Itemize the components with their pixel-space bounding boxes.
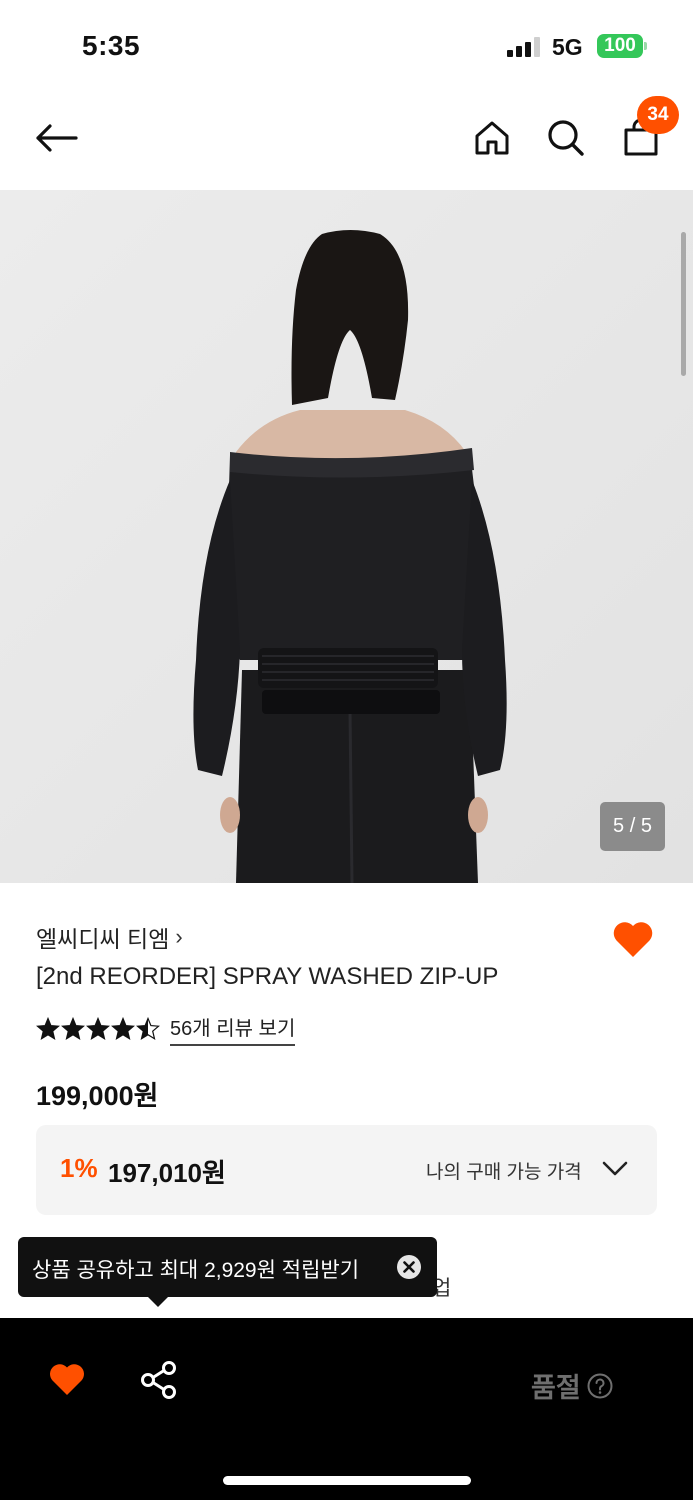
my-price-box[interactable]: 1% 197,010원 나의 구매 가능 가격 xyxy=(36,1125,657,1215)
home-icon xyxy=(475,121,509,155)
product-image-gallery[interactable] xyxy=(0,190,693,883)
tooltip-text: 상품 공유하고 최대 2,929원 적립받기 xyxy=(32,1259,360,1282)
scroll-indicator[interactable] xyxy=(681,232,686,376)
product-photo xyxy=(0,190,693,883)
star-icon xyxy=(36,1017,60,1040)
chevron-down-icon xyxy=(602,1161,628,1176)
original-price: 199,000원 xyxy=(36,1081,159,1111)
rating-stars xyxy=(36,1017,160,1041)
battery-icon: 100 xyxy=(597,34,643,58)
share-icon[interactable] xyxy=(139,1360,179,1400)
status-time: 5:35 xyxy=(82,30,141,61)
discount-rate: 1% xyxy=(60,1153,98,1183)
review-link[interactable]: 56개 리뷰 보기 xyxy=(170,1012,296,1046)
home-indicator xyxy=(223,1476,471,1485)
rating-row: 56개 리뷰 보기 xyxy=(36,1012,296,1046)
product-title: [2nd REORDER] SPRAY WASHED ZIP-UP xyxy=(36,963,499,990)
my-price-label: 나의 구매 가능 가격 xyxy=(426,1162,582,1183)
back-arrow-icon xyxy=(36,124,78,152)
tooltip-arrow xyxy=(147,1296,169,1307)
top-nav xyxy=(0,90,693,190)
back-button[interactable] xyxy=(28,116,84,160)
search-icon xyxy=(548,120,584,156)
heart-icon[interactable] xyxy=(47,1360,87,1398)
bottom-action-bar: 품절 xyxy=(0,1318,693,1500)
star-icon xyxy=(61,1017,85,1040)
home-button[interactable] xyxy=(468,114,516,162)
network-type: 5G xyxy=(552,34,583,60)
cart-count-badge: 34 xyxy=(637,96,679,134)
image-counter: 5 / 5 xyxy=(600,802,665,851)
status-bar: 5:35 5G 100 xyxy=(0,0,693,90)
soldout-button[interactable]: 품절 xyxy=(531,1366,613,1405)
heart-icon xyxy=(613,922,653,957)
discount-price: 197,010원 xyxy=(108,1158,226,1188)
brand-link[interactable]: 엘씨디씨 티엠 › xyxy=(36,920,183,954)
star-icon xyxy=(136,1017,160,1040)
search-button[interactable] xyxy=(542,114,590,162)
soldout-label: 품절 xyxy=(531,1373,581,1403)
brand-name: 엘씨디씨 티엠 xyxy=(36,926,170,952)
close-icon[interactable] xyxy=(397,1255,421,1279)
wishlist-button[interactable] xyxy=(610,916,656,962)
star-icon xyxy=(111,1017,135,1040)
share-tooltip: 상품 공유하고 최대 2,929원 적립받기 xyxy=(18,1237,437,1297)
signal-icon xyxy=(507,37,541,57)
battery-tip xyxy=(644,42,647,50)
star-icon xyxy=(86,1017,110,1040)
help-icon[interactable] xyxy=(587,1373,613,1399)
chevron-right-icon: › xyxy=(175,924,183,949)
